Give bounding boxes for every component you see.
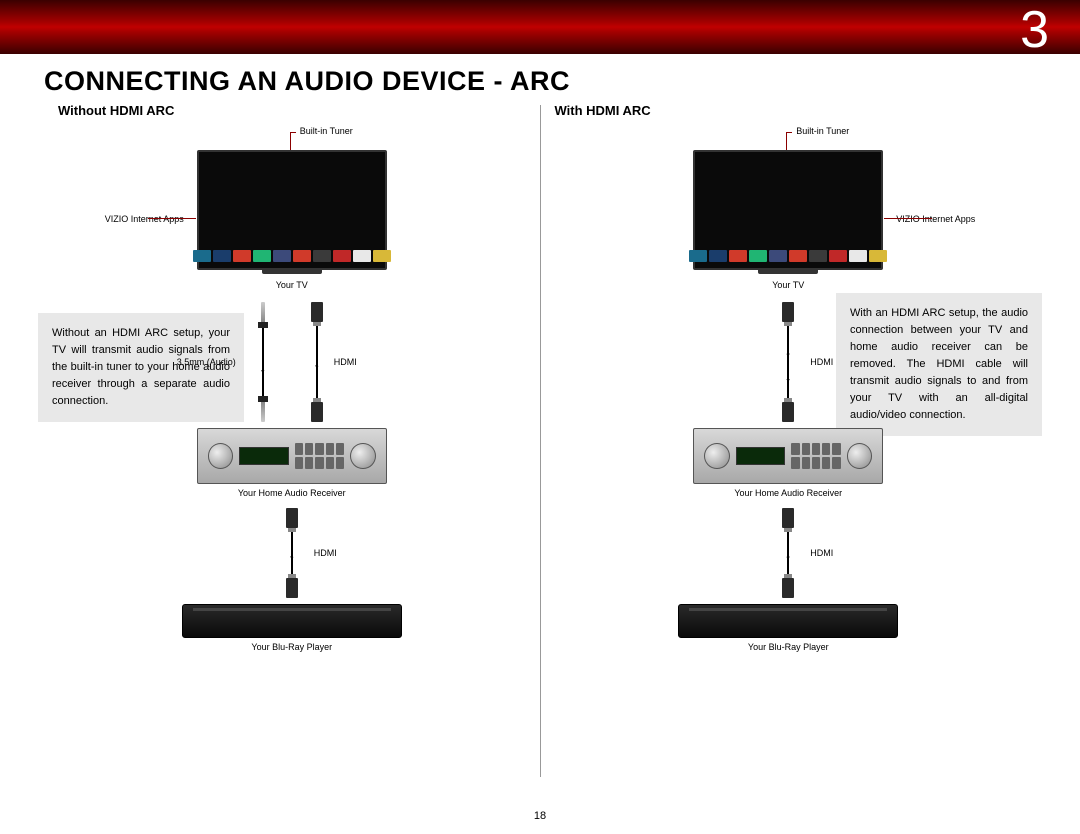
tv-app-icon — [809, 250, 827, 262]
callout-line — [786, 132, 787, 150]
audio-jack-icon — [261, 302, 265, 322]
receiver-illustration — [197, 428, 387, 484]
tv-app-row — [193, 250, 391, 262]
receiver-display-icon — [239, 447, 288, 465]
label-vizio-apps: VIZIO Internet Apps — [105, 214, 184, 224]
tv-app-icon — [333, 250, 351, 262]
label-your-tv: Your TV — [772, 280, 804, 290]
label-bluray: Your Blu-Ray Player — [748, 642, 829, 652]
hdmi-cable: ↑ — [286, 508, 298, 598]
content-columns: Without HDMI ARC Without an HDMI ARC set… — [0, 97, 1080, 797]
label-vizio-apps: VIZIO Internet Apps — [896, 214, 975, 224]
label-receiver: Your Home Audio Receiver — [734, 488, 842, 498]
diagram-without-arc: Built-in Tuner VIZIO Internet Apps Your … — [58, 126, 526, 766]
hdmi-cable: ↑ ↓ — [782, 302, 794, 422]
tv-app-icon — [293, 250, 311, 262]
diagram-with-arc: Built-in Tuner VIZIO Internet Apps Your … — [555, 126, 1023, 766]
column-heading-left: Without HDMI ARC — [58, 103, 526, 118]
label-receiver: Your Home Audio Receiver — [238, 488, 346, 498]
column-without-arc: Without HDMI ARC Without an HDMI ARC set… — [44, 103, 540, 797]
tv-app-icon — [273, 250, 291, 262]
tv-app-icon — [789, 250, 807, 262]
label-audio-cable: 3.5mm (Audio) — [177, 357, 236, 367]
tv-illustration — [693, 150, 883, 270]
label-hdmi-cable-2: HDMI — [314, 548, 337, 558]
tv-app-icon — [373, 250, 391, 262]
tv-app-icon — [869, 250, 887, 262]
cable-row-bottom: HDMI ↑ — [555, 508, 1023, 598]
receiver-display-icon — [736, 447, 785, 465]
receiver-buttons-icon — [295, 443, 344, 469]
tv-app-icon — [233, 250, 251, 262]
hdmi-cable: ↑ — [311, 302, 323, 422]
tv-app-icon — [729, 250, 747, 262]
receiver-knob-icon — [704, 443, 730, 469]
label-hdmi-cable-2: HDMI — [810, 548, 833, 558]
audio-cable: ↓ — [261, 302, 265, 422]
chapter-header-band: 3 — [0, 0, 1080, 54]
tv-app-icon — [313, 250, 331, 262]
hdmi-plug-icon — [286, 508, 298, 528]
arrow-down-icon: ↓ — [785, 369, 792, 383]
tv-app-icon — [849, 250, 867, 262]
tv-app-icon — [253, 250, 271, 262]
receiver-knob-icon — [847, 443, 873, 469]
label-your-tv: Your TV — [276, 280, 308, 290]
hdmi-plug-icon — [782, 302, 794, 322]
cable-row-bottom: HDMI ↑ — [58, 508, 526, 598]
tv-app-icon — [749, 250, 767, 262]
tv-app-icon — [769, 250, 787, 262]
audio-jack-icon — [261, 402, 265, 422]
label-hdmi-cable: HDMI — [810, 357, 833, 367]
tv-illustration — [197, 150, 387, 270]
tv-app-icon — [829, 250, 847, 262]
label-built-in-tuner: Built-in Tuner — [300, 126, 353, 136]
tv-stand — [262, 270, 322, 274]
receiver-knob-icon — [350, 443, 376, 469]
cable-row-top: 3.5mm (Audio) HDMI ↓ ↑ — [58, 302, 526, 422]
tv-app-icon — [213, 250, 231, 262]
tv-stand — [758, 270, 818, 274]
arrow-up-icon: ↑ — [785, 348, 792, 362]
bluray-illustration — [182, 604, 402, 638]
hdmi-plug-icon — [311, 402, 323, 422]
label-bluray: Your Blu-Ray Player — [251, 642, 332, 652]
page-number: 18 — [534, 810, 546, 822]
tv-app-icon — [689, 250, 707, 262]
hdmi-cable: ↑ — [782, 508, 794, 598]
label-hdmi-cable: HDMI — [334, 357, 357, 367]
tv-app-row — [689, 250, 887, 262]
column-with-arc: With HDMI ARC With an HDMI ARC setup, th… — [541, 103, 1037, 797]
hdmi-plug-icon — [311, 302, 323, 322]
hdmi-plug-icon — [782, 402, 794, 422]
receiver-knob-icon — [208, 443, 234, 469]
arrow-up-icon: ↑ — [288, 551, 295, 565]
cable-row-top: HDMI ↑ ↓ — [555, 302, 1023, 422]
arrow-up-icon: ↑ — [785, 551, 792, 565]
arrow-down-icon: ↓ — [259, 360, 266, 374]
callout-line — [884, 218, 932, 219]
tv-app-icon — [709, 250, 727, 262]
hdmi-plug-icon — [782, 508, 794, 528]
chapter-number: 3 — [1020, 0, 1050, 60]
arrow-up-icon: ↑ — [313, 360, 320, 374]
hdmi-plug-icon — [286, 578, 298, 598]
page-title: CONNECTING AN AUDIO DEVICE - ARC — [0, 54, 1080, 97]
callout-line — [148, 218, 196, 219]
column-heading-right: With HDMI ARC — [555, 103, 1023, 118]
receiver-illustration — [693, 428, 883, 484]
callout-line — [290, 132, 291, 150]
tv-app-icon — [193, 250, 211, 262]
bluray-illustration — [678, 604, 898, 638]
tv-app-icon — [353, 250, 371, 262]
receiver-buttons-icon — [791, 443, 840, 469]
hdmi-plug-icon — [782, 578, 794, 598]
label-built-in-tuner: Built-in Tuner — [796, 126, 849, 136]
